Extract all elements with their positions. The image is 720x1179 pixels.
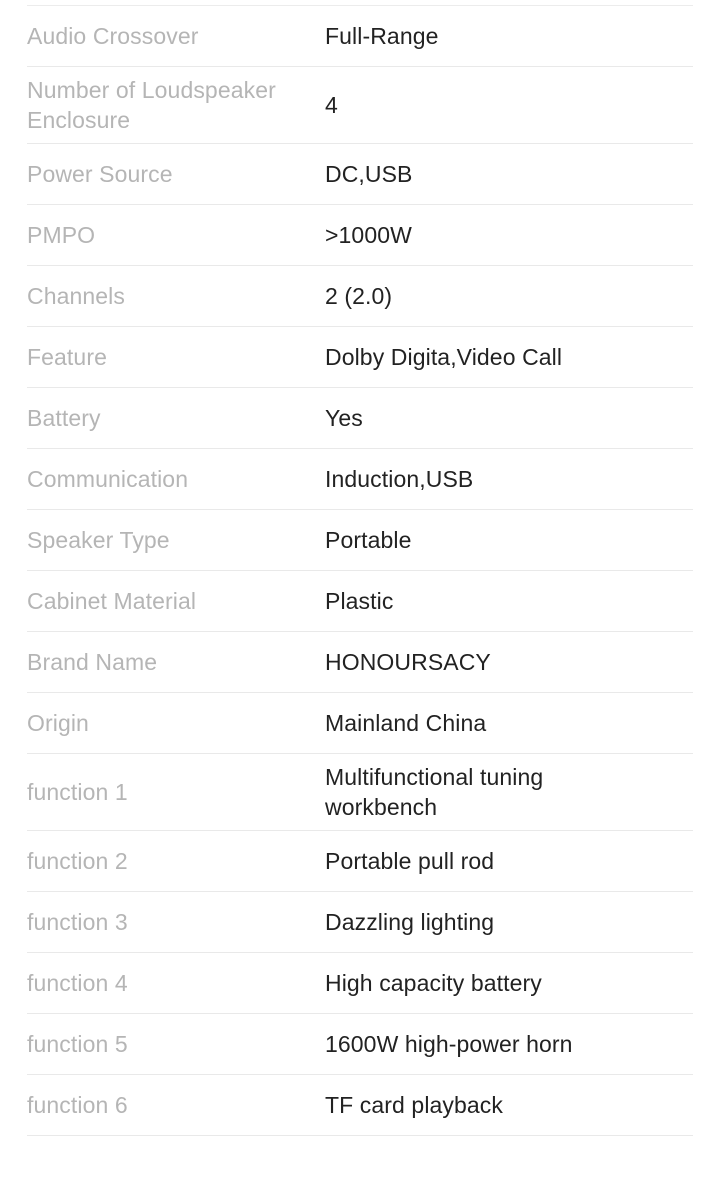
table-row: Communication Induction,USB <box>27 448 693 509</box>
spec-value: Portable pull rod <box>325 848 495 874</box>
spec-label: Cabinet Material <box>27 588 197 614</box>
spec-value: Induction,USB <box>325 466 474 492</box>
spec-label: function 1 <box>27 779 128 805</box>
table-row: function 2 Portable pull rod <box>27 830 693 891</box>
table-row: Origin Mainland China <box>27 692 693 753</box>
spec-value: DC,USB <box>325 161 413 187</box>
spec-label: PMPO <box>27 222 96 248</box>
table-bottom-divider <box>27 1135 693 1137</box>
table-row: Audio Crossover Full-Range <box>27 5 693 66</box>
table-row: function 6 TF card playback <box>27 1074 693 1135</box>
spec-value: High capacity battery <box>325 970 542 996</box>
spec-value: TF card playback <box>325 1092 503 1118</box>
spec-value: 4 <box>325 92 338 118</box>
spec-value: >1000W <box>325 222 412 248</box>
table-row: Cabinet Material Plastic <box>27 570 693 631</box>
spec-value: Dolby Digita,Video Call <box>325 344 563 370</box>
spec-label: Communication <box>27 466 189 492</box>
table-row: Battery Yes <box>27 387 693 448</box>
spec-value: Dazzling lighting <box>325 909 495 935</box>
spec-value: Mainland China <box>325 710 487 736</box>
table-row: Feature Dolby Digita,Video Call <box>27 326 693 387</box>
spec-value: Full-Range <box>325 23 439 49</box>
spec-label: function 6 <box>27 1092 128 1118</box>
spec-label: Speaker Type <box>27 527 170 553</box>
spec-label: Origin <box>27 710 89 736</box>
spec-label: function 5 <box>27 1031 128 1057</box>
spec-value: 2 (2.0) <box>325 283 393 309</box>
table-row: Brand Name HONOURSACY <box>27 631 693 692</box>
spec-value: Multifunctional tuning workbench <box>325 764 544 820</box>
spec-value: HONOURSACY <box>325 649 491 675</box>
spec-label: Audio Crossover <box>27 23 199 49</box>
spec-value: Plastic <box>325 588 394 614</box>
spec-label: Power Source <box>27 161 173 187</box>
table-row: Power Source DC,USB <box>27 143 693 204</box>
table-row: Channels 2 (2.0) <box>27 265 693 326</box>
table-row: function 5 1600W high-power horn <box>27 1013 693 1074</box>
spec-label: Number of Loudspeaker Enclosure <box>27 77 276 133</box>
table-row: function 4 High capacity battery <box>27 952 693 1013</box>
table-row: Speaker Type Portable <box>27 509 693 570</box>
table-row: Number of Loudspeaker Enclosure 4 <box>27 66 693 143</box>
spec-label: function 2 <box>27 848 128 874</box>
product-specification-table: Audio Crossover Full-Range Number of Louds… <box>0 0 720 1137</box>
table-row: function 1 Multifunctional tuning workben… <box>27 753 693 830</box>
table-row: PMPO >1000W <box>27 204 693 265</box>
spec-label: Battery <box>27 405 101 431</box>
spec-value: Portable <box>325 527 412 553</box>
spec-value: 1600W high-power horn <box>325 1031 573 1057</box>
spec-label: Brand Name <box>27 649 158 675</box>
spec-label: function 4 <box>27 970 128 996</box>
spec-label: function 3 <box>27 909 128 935</box>
table-row: function 3 Dazzling lighting <box>27 891 693 952</box>
spec-label: Channels <box>27 283 125 309</box>
spec-label: Feature <box>27 344 107 370</box>
spec-value: Yes <box>325 405 363 431</box>
